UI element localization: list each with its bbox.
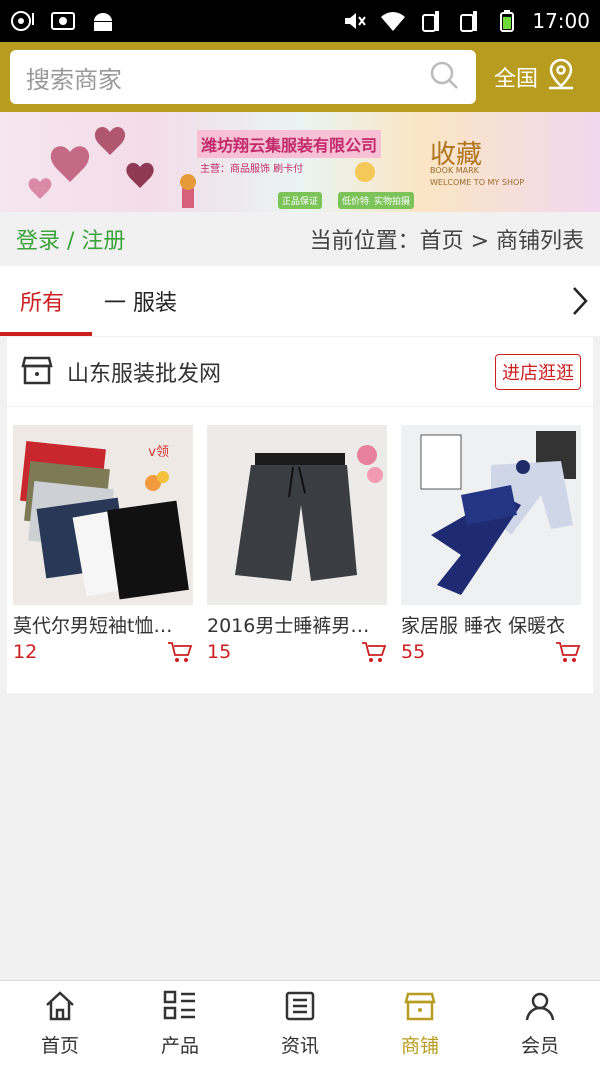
nav-member[interactable]: 会员 — [480, 981, 600, 1067]
product-name[interactable]: 莫代尔男短袖t恤… — [13, 611, 193, 638]
breadcrumb: 当前位置：首页 > 商铺列表 — [309, 229, 584, 254]
user-icon — [524, 990, 556, 1027]
chevron-right-icon[interactable] — [560, 266, 600, 336]
tab-all[interactable]: 所有 — [0, 266, 93, 336]
store-icon — [21, 354, 53, 390]
product-price: 15 — [207, 641, 232, 663]
nav-news[interactable]: 资讯 — [240, 981, 360, 1067]
banner-welcome-text: WELCOME TO MY SHOP — [430, 178, 525, 187]
nav-news-label: 资讯 — [280, 1035, 319, 1057]
search-icon[interactable] — [428, 59, 460, 95]
category-tabs: 所有 一 服装 — [0, 266, 600, 336]
shop-header[interactable]: 山东服装批发网 进店逛逛 — [7, 337, 593, 407]
product-item[interactable]: v领 莫代尔男短袖t恤… 12 — [13, 425, 193, 664]
mute-icon — [342, 9, 368, 33]
banner-tag: 正品保证 — [278, 192, 323, 209]
battery-icon — [494, 9, 520, 33]
product-item[interactable]: 2016男士睡裤男… 15 — [207, 425, 387, 664]
nav-home[interactable]: 首页 — [0, 981, 120, 1067]
region-selector[interactable]: 全国 — [494, 58, 576, 96]
nav-products[interactable]: 产品 — [120, 981, 240, 1067]
cart-icon[interactable] — [361, 640, 387, 664]
store-icon — [404, 990, 436, 1027]
banner-bookmark-text: BOOK MARK — [430, 166, 479, 175]
location-pin-icon — [546, 58, 576, 96]
screenshot-icon — [50, 9, 76, 33]
banner-company-name: 潍坊翔云集服装有限公司 — [197, 130, 382, 158]
home-icon — [44, 990, 76, 1027]
status-bar: 17:00 — [0, 0, 600, 42]
cart-icon[interactable] — [167, 640, 193, 664]
tab-clothing[interactable]: 一 服装 — [84, 266, 197, 336]
search-input[interactable]: 搜索商家 — [26, 60, 428, 95]
nav-products-label: 产品 — [160, 1035, 199, 1057]
product-price: 12 — [13, 641, 38, 663]
search-box[interactable]: 搜索商家 — [10, 50, 476, 104]
android-icon — [90, 9, 116, 33]
shop-name[interactable]: 山东服装批发网 — [67, 356, 221, 388]
signal-1-icon — [418, 9, 444, 33]
product-list: v领 莫代尔男短袖t恤… 12 2016男士睡裤男… 15 家居服 睡衣 保暖衣… — [7, 407, 593, 664]
banner-tag: 实物拍摄 — [370, 192, 415, 209]
grid-list-icon — [163, 990, 197, 1027]
pajamas-photo — [420, 431, 576, 595]
login-register-link[interactable]: 登录 / 注册 — [16, 223, 125, 255]
wifi-icon — [380, 9, 406, 33]
product-name[interactable]: 家居服 睡衣 保暖衣 — [401, 611, 581, 638]
shop-card: 山东服装批发网 进店逛逛 v领 莫代尔男短袖t恤… 12 2016男士睡裤男… … — [7, 337, 593, 693]
header: 搜索商家 全国 — [0, 42, 600, 112]
product-image[interactable] — [401, 425, 581, 605]
nav-member-label: 会员 — [520, 1035, 559, 1057]
enter-shop-button[interactable]: 进店逛逛 — [495, 353, 581, 390]
product-image[interactable]: v领 — [13, 425, 193, 605]
breadcrumb-bar: 登录 / 注册 当前位置：首页 > 商铺列表 — [0, 212, 600, 266]
product-overlay-text: v领 — [148, 445, 169, 460]
product-image[interactable] — [207, 425, 387, 605]
shop-banner[interactable]: 潍坊翔云集服装有限公司 主营：商品服饰 刷卡付 收藏 BOOK MARK WEL… — [0, 112, 600, 212]
nav-shops-label: 商铺 — [400, 1035, 439, 1057]
nav-shops[interactable]: 商铺 — [360, 981, 480, 1067]
bottom-nav: 首页 产品 资讯 商铺 会员 — [0, 980, 600, 1067]
product-item[interactable]: 家居服 睡衣 保暖衣 55 — [401, 425, 581, 664]
banner-subtitle: 主营：商品服饰 刷卡付 — [200, 164, 304, 175]
cart-icon[interactable] — [555, 640, 581, 664]
disc-icon — [10, 9, 36, 33]
signal-2-icon — [456, 9, 482, 33]
product-name[interactable]: 2016男士睡裤男… — [207, 611, 387, 638]
nav-home-label: 首页 — [40, 1035, 79, 1057]
shorts-photo — [235, 445, 383, 581]
status-time: 17:00 — [532, 9, 590, 33]
news-icon — [284, 990, 316, 1027]
region-label: 全国 — [494, 67, 539, 92]
product-price: 55 — [401, 641, 426, 663]
